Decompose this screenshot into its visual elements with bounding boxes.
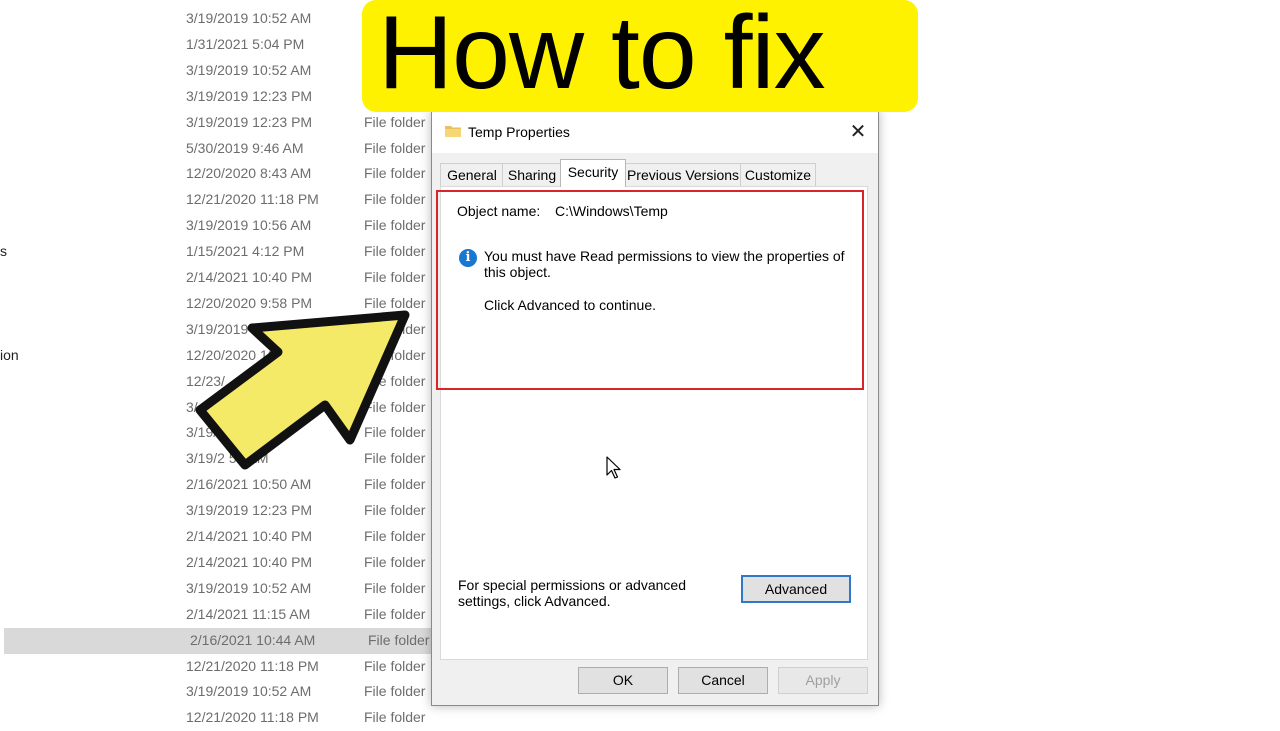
file-row[interactable]: 3/19/2019 10:52 AM File folder: [0, 679, 440, 705]
file-date-modified: 12/21/2020 11:18 PM: [186, 709, 319, 726]
file-date-modified: 1/31/2021 5:04 PM: [186, 35, 305, 52]
file-row[interactable]: 12/21/2020 11:18 PM File folder: [0, 705, 440, 731]
file-row[interactable]: 3/19/2019 10:52 AM File folder: [0, 576, 440, 602]
file-date-modified: 3/19/2019 10:56 AM: [186, 217, 312, 234]
file-date-modified: 3/19/2019 10:52 AM: [186, 579, 312, 596]
file-type: File folder: [368, 631, 430, 648]
file-row[interactable]: 2/14/2021 10:40 PM File folder: [0, 265, 440, 291]
temp-properties-dialog: Temp Properties ✕ General Sharing Securi…: [431, 110, 879, 706]
file-date-modified: 12/21/2020 11:18 PM: [186, 191, 319, 208]
file-row[interactable]: 5/30/2019 9:46 AM File folder: [0, 136, 440, 162]
file-date-modified: 5/30/2019 9:46 AM: [186, 139, 304, 156]
file-type: File folder: [364, 139, 426, 156]
file-row[interactable]: 12/21/2020 11:18 PM File folder: [0, 187, 440, 213]
file-date-modified: 2/16/2021 10:44 AM: [190, 631, 316, 648]
object-name-label: Object name:: [457, 203, 541, 219]
tab-strip: General Sharing Security Previous Versio…: [440, 159, 870, 187]
file-row[interactable]: 12/21/2020 11:18 PM File folder: [0, 654, 440, 680]
file-row[interactable]: 2/14/2021 11:15 AM File folder: [0, 602, 440, 628]
file-type: File folder: [364, 579, 426, 596]
file-type: File folder: [364, 502, 426, 519]
file-type: File folder: [364, 605, 426, 622]
close-button[interactable]: ✕: [844, 119, 872, 145]
file-type: File folder: [364, 528, 426, 544]
object-name-value: C:\Windows\Temp: [555, 203, 668, 219]
file-date-modified: 3/19/2019 10:52 AM: [186, 61, 312, 78]
tab-sharing[interactable]: Sharing: [502, 163, 562, 186]
file-date-modified: 1/15/2021 4:12 PM: [186, 243, 305, 260]
file-type: File folder: [364, 243, 426, 260]
mouse-cursor-icon: [606, 456, 621, 479]
file-date-modified: 12/21/2020 11:18 PM: [186, 657, 319, 674]
file-type: File folder: [364, 165, 426, 182]
dialog-titlebar: Temp Properties ✕: [432, 111, 878, 153]
file-date-modified: 3/19/2019 12:23 PM: [186, 87, 313, 104]
tab-security[interactable]: Security: [560, 159, 626, 187]
file-row[interactable]: 3/19/2019 12:23 PM File folder: [0, 110, 440, 136]
file-date-modified: 12/20/2020 8:43 AM: [186, 165, 312, 182]
tab-general[interactable]: General: [440, 163, 504, 186]
banner-text: How to fix: [378, 0, 826, 111]
permission-message: You must have Read permissions to view t…: [484, 248, 845, 280]
file-date-modified: 3/19/2019 12:23 PM: [186, 113, 313, 130]
file-type: File folder: [364, 217, 426, 234]
file-row[interactable]: 2/16/2021 10:44 AM File folder: [4, 627, 440, 654]
file-row[interactable]: 2/14/2021 10:40 PM File folder: [0, 550, 440, 576]
special-permissions-text: For special permissions or advanced sett…: [458, 577, 686, 609]
file-type: File folder: [364, 113, 426, 130]
file-date-modified: 3/19/2019 10:52 AM: [186, 10, 312, 26]
file-row[interactable]: 1/15/2021 4:12 PM File folder: [0, 239, 440, 265]
ok-button[interactable]: OK: [578, 667, 668, 694]
file-type: File folder: [364, 269, 426, 285]
file-date-modified: 2/14/2021 10:40 PM: [186, 553, 313, 570]
file-row[interactable]: 3/19/2019 12:23 PM File folder: [0, 498, 440, 524]
tab-previous-versions[interactable]: Previous Versions: [624, 163, 742, 186]
info-icon: i: [459, 249, 477, 267]
red-highlight-box: [436, 190, 864, 390]
file-type: File folder: [364, 191, 426, 208]
cancel-button[interactable]: Cancel: [678, 667, 768, 694]
tab-customize[interactable]: Customize: [740, 163, 816, 186]
advanced-button[interactable]: Advanced: [741, 575, 851, 603]
file-date-modified: 2/14/2021 10:40 PM: [186, 528, 313, 544]
file-type: File folder: [364, 657, 426, 674]
file-row[interactable]: 3/19/2019 10:56 AM File folder: [0, 213, 440, 239]
file-row[interactable]: 2/14/2021 10:40 PM File folder: [0, 524, 440, 550]
security-tab-panel: Object name: C:\Windows\Temp i You must …: [436, 186, 868, 660]
file-date-modified: 2/14/2021 11:15 AM: [186, 605, 311, 622]
file-row[interactable]: 12/20/2020 8:43 AM File folder: [0, 161, 440, 187]
file-type: File folder: [364, 709, 426, 726]
file-date-modified: 3/19/2019 10:52 AM: [186, 683, 312, 700]
continue-message: Click Advanced to continue.: [484, 297, 656, 313]
pointer-arrow-icon: [195, 310, 410, 470]
file-type: File folder: [364, 683, 426, 700]
file-date-modified: 3/19/2019 12:23 PM: [186, 502, 313, 519]
file-date-modified: 2/14/2021 10:40 PM: [186, 269, 313, 285]
apply-button[interactable]: Apply: [778, 667, 868, 694]
dialog-title: Temp Properties: [468, 124, 570, 140]
folder-icon: [445, 126, 461, 137]
file-type: File folder: [364, 553, 426, 570]
